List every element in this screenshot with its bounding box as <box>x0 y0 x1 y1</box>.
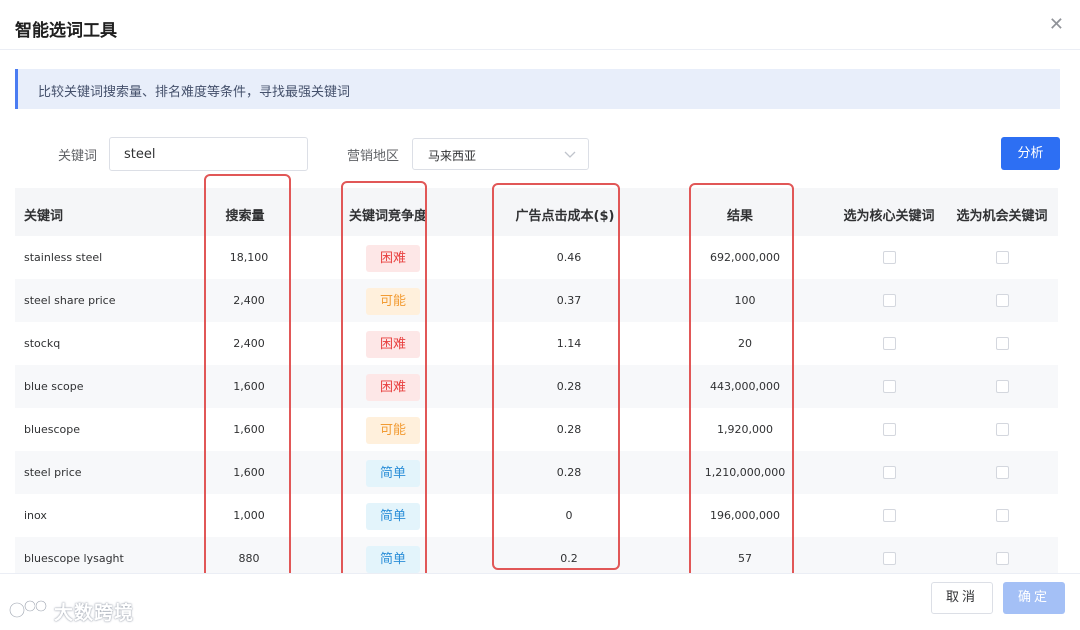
highlight-box-competition <box>341 181 427 591</box>
close-icon[interactable]: ✕ <box>1049 16 1064 34</box>
region-select-value: 马来西亚 <box>428 149 477 163</box>
core-keyword-checkbox[interactable] <box>883 251 896 264</box>
opportunity-keyword-checkbox[interactable] <box>996 423 1009 436</box>
core-keyword-checkbox[interactable] <box>883 294 896 307</box>
highlight-box-cpc <box>492 183 620 570</box>
confirm-button[interactable]: 确定 <box>1003 582 1065 614</box>
column-header-keyword: 关键词 <box>24 209 64 224</box>
watermark-text: 大数跨境 <box>54 602 135 624</box>
keyword-cell: steel price <box>24 466 82 479</box>
opportunity-keyword-checkbox[interactable] <box>996 466 1009 479</box>
core-keyword-checkbox[interactable] <box>883 423 896 436</box>
notice-text: 比较关键词搜索量、排名难度等条件，寻找最强关键词 <box>38 85 351 100</box>
keyword-cell: steel share price <box>24 294 116 307</box>
keyword-cell: stainless steel <box>24 251 103 264</box>
keyword-input[interactable] <box>109 137 308 171</box>
highlight-box-volume <box>204 174 291 584</box>
opportunity-keyword-checkbox[interactable] <box>996 251 1009 264</box>
opportunity-keyword-checkbox[interactable] <box>996 294 1009 307</box>
chevron-down-icon <box>564 151 576 158</box>
region-label: 营销地区 <box>347 149 400 164</box>
core-keyword-checkbox[interactable] <box>883 552 896 565</box>
dialog-footer <box>0 573 1080 630</box>
region-select[interactable]: 马来西亚 <box>412 138 589 170</box>
watermark-logo-icon <box>8 599 48 619</box>
keyword-cell: stockq <box>24 337 61 350</box>
opportunity-keyword-checkbox[interactable] <box>996 509 1009 522</box>
keyword-label: 关键词 <box>58 149 98 164</box>
highlight-box-results <box>689 183 794 599</box>
keyword-cell: blue scope <box>24 380 84 393</box>
core-keyword-checkbox[interactable] <box>883 509 896 522</box>
core-keyword-checkbox[interactable] <box>883 337 896 350</box>
core-keyword-checkbox[interactable] <box>883 466 896 479</box>
cancel-button[interactable]: 取消 <box>931 582 993 614</box>
column-header-core-keyword: 选为核心关键词 <box>843 209 935 224</box>
opportunity-keyword-checkbox[interactable] <box>996 337 1009 350</box>
keyword-cell: bluescope <box>24 423 81 436</box>
dialog-title: 智能选词工具 <box>15 21 117 41</box>
info-notice: 比较关键词搜索量、排名难度等条件，寻找最强关键词 <box>15 69 1060 109</box>
keyword-cell: bluescope lysaght <box>24 552 124 565</box>
dialog-header: 智能选词工具 ✕ <box>0 0 1080 50</box>
keyword-cell: inox <box>24 509 47 522</box>
opportunity-keyword-checkbox[interactable] <box>996 380 1009 393</box>
analyze-button[interactable]: 分析 <box>1001 137 1060 170</box>
core-keyword-checkbox[interactable] <box>883 380 896 393</box>
column-header-opportunity-keyword: 选为机会关键词 <box>956 209 1048 224</box>
opportunity-keyword-checkbox[interactable] <box>996 552 1009 565</box>
